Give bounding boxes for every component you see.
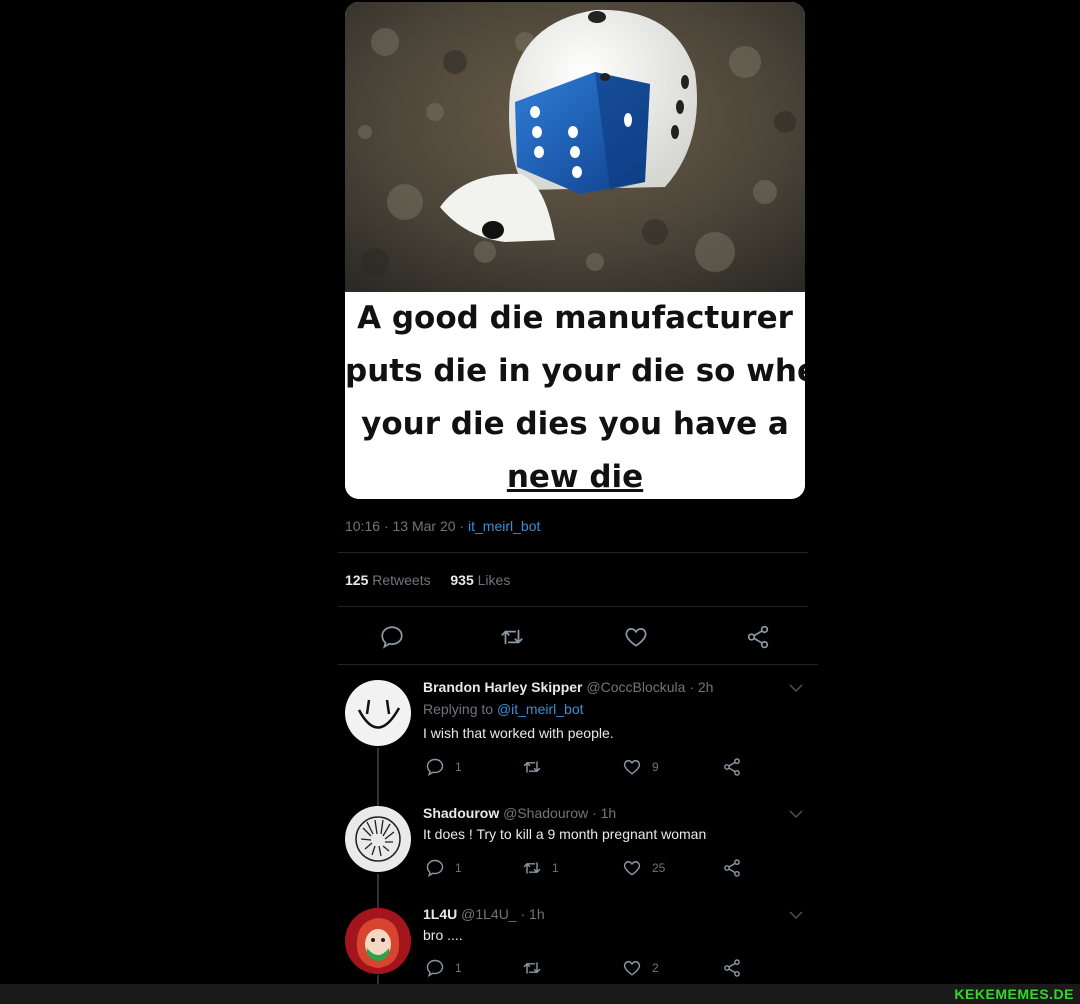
retweet-button[interactable] [499, 624, 525, 650]
reply-retweet-action[interactable] [522, 958, 552, 978]
tweet-source-link[interactable]: it_meirl_bot [468, 518, 540, 534]
reply-time: 1h [529, 906, 545, 922]
comment-icon [381, 626, 403, 649]
reply-text: I wish that worked with people. [423, 725, 614, 741]
reply-menu-button[interactable] [788, 682, 804, 694]
divider [338, 552, 808, 553]
like-count: 2 [652, 961, 659, 975]
reply-menu-button[interactable] [788, 808, 804, 820]
dice-photo [345, 2, 805, 292]
smiley-avatar-image [357, 699, 401, 729]
reply-text: bro .... [423, 927, 463, 943]
reply-author-name[interactable]: 1L4U [423, 906, 457, 922]
tweet-time: 10:16 [345, 518, 381, 534]
share-icon [747, 625, 769, 649]
like-count: 25 [652, 861, 666, 875]
reply-header: Shadourow @Shadourow · 1h [423, 805, 617, 821]
retweet-icon [523, 862, 541, 874]
reply-author-handle[interactable]: @Shadourow [503, 805, 588, 821]
meme-image-card[interactable]: A good die manufacturer puts die in your… [345, 2, 805, 499]
replying-to: Replying to @it_meirl_bot [423, 701, 584, 717]
chevron-down-icon [789, 684, 803, 693]
meme-caption: A good die manufacturer puts die in your… [345, 292, 805, 499]
replying-to-prefix: Replying to [423, 701, 494, 717]
comment-icon [426, 859, 444, 878]
reply-header: 1L4U @1L4U_ · 1h [423, 906, 545, 922]
caption-line: puts die in your die so when [345, 353, 805, 389]
reply-button[interactable] [379, 624, 405, 650]
tweet-stats: 125 Retweets 935 Likes [345, 572, 510, 588]
reply-retweet-action[interactable] [522, 757, 552, 777]
reply-author-name[interactable]: Shadourow [423, 805, 499, 821]
reply-author-name[interactable]: Brandon Harley Skipper [423, 679, 583, 695]
reply-comment-action[interactable]: 1 [425, 958, 462, 978]
reply-time: 1h [600, 805, 617, 821]
likes-stat[interactable]: 935 Likes [450, 572, 510, 588]
reply-author-handle[interactable]: @CoccBlockula [586, 679, 685, 695]
retweet-icon [523, 962, 541, 974]
reply-count: 1 [455, 961, 462, 975]
share-icon [724, 758, 740, 776]
reply-like-action[interactable]: 9 [622, 757, 659, 777]
retweet-icon [501, 629, 523, 645]
avatar[interactable] [345, 680, 411, 746]
like-button[interactable] [623, 624, 649, 650]
reply-comment-action[interactable]: 1 [425, 858, 462, 878]
comment-icon [426, 758, 444, 777]
likes-count: 935 [450, 572, 474, 588]
reply-time: 2h [697, 679, 714, 695]
tweet-timestamp: 10:16 · 13 Mar 20 · it_meirl_bot [345, 518, 541, 534]
thread-line [377, 748, 379, 806]
retweets-stat[interactable]: 125 Retweets [345, 572, 431, 588]
comment-icon [426, 959, 444, 978]
share-icon [724, 959, 740, 977]
share-icon [724, 859, 740, 877]
share-button[interactable] [745, 624, 771, 650]
chevron-down-icon [789, 810, 803, 819]
reply-share-action[interactable] [722, 958, 742, 978]
reply-menu-button[interactable] [788, 909, 804, 921]
like-count: 9 [652, 760, 659, 774]
heart-icon [625, 628, 647, 647]
reply-count: 1 [455, 760, 462, 774]
sketch-avatar-image [355, 816, 401, 862]
retweet-count: 1 [552, 861, 559, 875]
reply-share-action[interactable] [722, 757, 742, 777]
divider [338, 664, 818, 665]
retweets-count: 125 [345, 572, 369, 588]
site-watermark: KEKEMEMES.DE [954, 986, 1074, 1002]
caption-line: your die dies you have a [361, 406, 789, 442]
avatar[interactable] [345, 806, 411, 872]
divider [338, 606, 808, 607]
watermark-bar: KEKEMEMES.DE [0, 984, 1080, 1004]
reply-author-handle[interactable]: @1L4U_ [461, 906, 516, 922]
replying-to-handle[interactable]: @it_meirl_bot [497, 701, 584, 717]
reply-count: 1 [455, 861, 462, 875]
retweets-label: Retweets [372, 572, 431, 588]
reply-comment-action[interactable]: 1 [425, 757, 462, 777]
likes-label: Likes [477, 572, 511, 588]
heart-icon [623, 760, 641, 775]
reply-header: Brandon Harley Skipper @CoccBlockula · 2… [423, 679, 714, 695]
reply-share-action[interactable] [722, 858, 742, 878]
tweet-date: 13 Mar 20 [392, 518, 456, 534]
anime-avatar-image [345, 908, 411, 974]
reply-text: It does ! Try to kill a 9 month pregnant… [423, 826, 707, 842]
reply-like-action[interactable]: 25 [622, 858, 665, 878]
chevron-down-icon [789, 911, 803, 920]
thread-line [377, 874, 379, 908]
heart-icon [623, 961, 641, 976]
reply-like-action[interactable]: 2 [622, 958, 659, 978]
heart-icon [623, 861, 641, 876]
reply-retweet-action[interactable]: 1 [522, 858, 559, 878]
avatar[interactable] [345, 908, 411, 974]
caption-line: A good die manufacturer [357, 300, 793, 336]
retweet-icon [523, 761, 541, 773]
caption-line: new die [506, 459, 644, 495]
